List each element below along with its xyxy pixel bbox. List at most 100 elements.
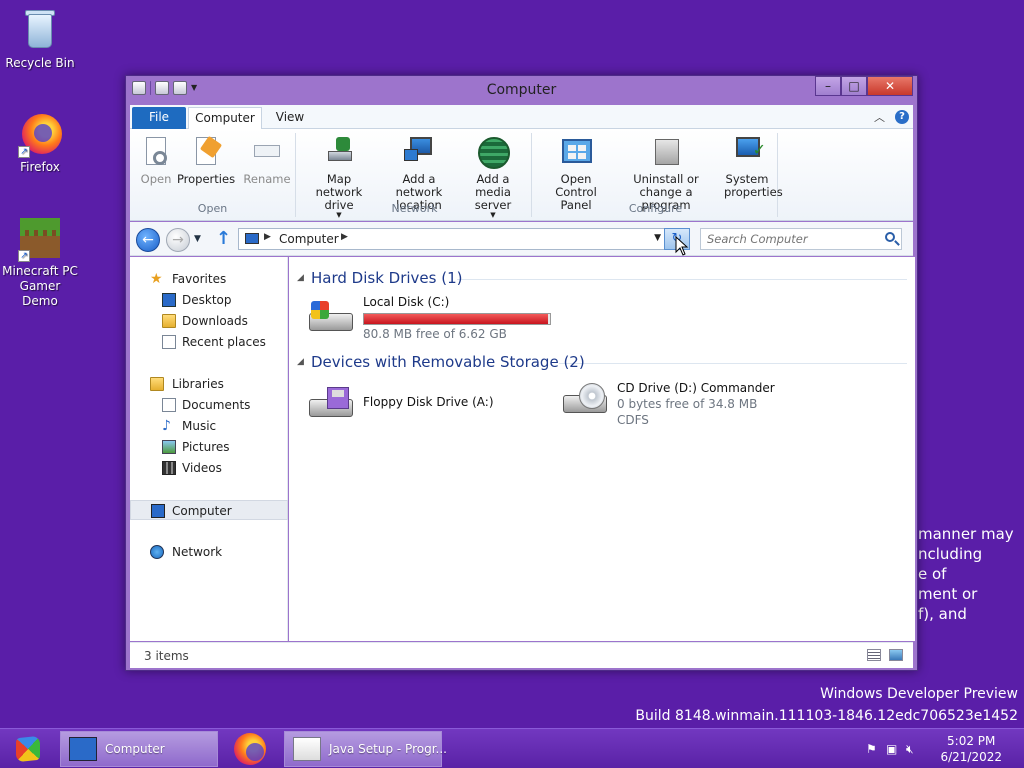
group-header-hard-disks[interactable]: ◢ Hard Disk Drives (1) — [297, 269, 907, 291]
breadcrumb-chevron-icon[interactable]: ▶ — [341, 232, 348, 242]
item-count: 3 items — [144, 649, 189, 663]
ribbon-group-open: Open Properties Rename Open — [130, 133, 296, 217]
drive-d-free-space: 0 bytes free of 34.8 MB — [617, 397, 758, 411]
nav-music-label: Music — [182, 419, 217, 433]
taskbar-label: Java Setup - Progr... — [329, 742, 447, 756]
search-input[interactable] — [701, 229, 871, 249]
details-view-icon[interactable] — [867, 649, 881, 661]
uninstall-program-button[interactable]: Uninstall or change a program — [618, 135, 714, 212]
desktop-icon-label: Minecraft PC Gamer Demo — [2, 264, 78, 308]
desktop-icon-recycle-bin[interactable]: Recycle Bin — [0, 8, 80, 71]
downloads-folder-icon — [162, 314, 176, 328]
group-label-network: Network — [391, 202, 438, 215]
nav-network[interactable]: Network — [130, 542, 288, 562]
drive-c[interactable]: Local Disk (C:) 80.8 MB free of 6.62 GB — [307, 295, 567, 341]
computer-icon — [69, 737, 97, 761]
system-properties-button[interactable]: System properties — [716, 135, 783, 199]
desktop-icon-label: Recycle Bin — [5, 56, 75, 70]
nav-desktop[interactable]: Desktop — [130, 290, 288, 310]
nav-recent-places[interactable]: Recent places — [130, 332, 288, 352]
removable-header-label: Devices with Removable Storage (2) — [311, 353, 585, 371]
nav-music[interactable]: ♪ Music — [130, 416, 288, 436]
cd-drive-icon — [561, 383, 609, 419]
nav-favorites[interactable]: ★ Favorites — [130, 269, 288, 289]
license-line: f), and — [918, 605, 967, 623]
license-line: manner may — [918, 525, 1014, 543]
floppy-drive-icon — [307, 387, 355, 423]
add-network-location-button[interactable]: Add a network location — [378, 135, 460, 212]
open-control-panel-button[interactable]: Open Control Panel — [536, 135, 616, 212]
tab-file[interactable]: File — [132, 107, 186, 129]
recent-locations-chevron-icon[interactable]: ▼ — [194, 234, 201, 244]
drive-a[interactable]: Floppy Disk Drive (A:) — [307, 381, 537, 427]
network-status-icon[interactable]: ▣ — [886, 742, 900, 756]
nav-downloads[interactable]: Downloads — [130, 311, 288, 331]
desktop-icon-firefox[interactable]: ↗ Firefox — [0, 112, 80, 175]
open-icon — [139, 135, 173, 169]
search-box[interactable] — [700, 228, 902, 250]
rename-button[interactable]: Rename — [242, 135, 292, 186]
breadcrumb-chevron-icon[interactable]: ▶ — [264, 232, 271, 242]
back-button[interactable]: ← — [136, 228, 160, 252]
tab-computer[interactable]: Computer — [188, 107, 262, 129]
build-number: Build 8148.winmain.111103-1846.12edc7065… — [635, 708, 1018, 724]
open-button[interactable]: Open — [136, 135, 176, 186]
license-line: ncluding — [918, 545, 983, 563]
taskbar-button-firefox[interactable] — [232, 733, 268, 765]
group-header-removable[interactable]: ◢ Devices with Removable Storage (2) — [297, 353, 907, 375]
drive-d[interactable]: CD Drive (D:) Commander 0 bytes free of … — [561, 377, 801, 427]
nav-documents[interactable]: Documents — [130, 395, 288, 415]
windows-logo-icon — [16, 735, 40, 763]
taskbar: Computer Java Setup - Progr... ⚑ ▣ 🔇︎ 5:… — [0, 728, 1024, 768]
volume-muted-icon[interactable]: 🔇︎ — [906, 742, 920, 756]
start-button[interactable] — [6, 733, 50, 765]
minecraft-icon: ↗ — [18, 216, 62, 262]
minimize-button[interactable]: – — [815, 76, 841, 96]
address-bar[interactable]: ▶ Computer ▶ ▼ ↻ — [238, 228, 690, 250]
minimize-ribbon-icon[interactable]: ︿ — [874, 109, 885, 125]
large-icons-view-icon[interactable] — [889, 649, 903, 661]
search-icon[interactable] — [885, 232, 895, 242]
content-pane: ◢ Hard Disk Drives (1) Local Disk (C:) 8… — [289, 257, 915, 641]
nav-downloads-label: Downloads — [182, 314, 248, 328]
group-label-open: Open — [197, 202, 228, 215]
taskbar-button-java-setup[interactable]: Java Setup - Progr... — [284, 731, 447, 767]
collapse-triangle-icon[interactable]: ◢ — [297, 357, 304, 367]
taskbar-button-computer[interactable]: Computer — [60, 731, 218, 767]
desktop-icon-minecraft[interactable]: ↗ Minecraft PC Gamer Demo — [0, 216, 80, 309]
explorer-window: ▼ Computer – □ ✕ File Computer View ︿ ? … — [125, 75, 918, 671]
group-divider — [457, 279, 907, 280]
action-center-flag-icon[interactable]: ⚑ — [866, 742, 880, 756]
properties-icon — [189, 135, 223, 169]
address-dropdown-icon[interactable]: ▼ — [654, 233, 661, 243]
license-text: manner may ncluding e of ment or f), and — [918, 524, 1014, 624]
nav-computer[interactable]: Computer — [130, 500, 288, 520]
nav-libraries[interactable]: Libraries — [130, 374, 288, 394]
status-bar: 3 items — [130, 642, 913, 668]
title-bar[interactable]: ▼ Computer – □ ✕ — [126, 76, 917, 104]
drive-a-name: Floppy Disk Drive (A:) — [363, 395, 494, 409]
nav-computer-label: Computer — [172, 504, 232, 518]
nav-network-label: Network — [172, 545, 223, 559]
breadcrumb-computer[interactable]: Computer — [279, 232, 339, 246]
tab-view[interactable]: View — [270, 107, 310, 129]
help-icon[interactable]: ? — [895, 110, 909, 124]
properties-button[interactable]: Properties — [176, 135, 236, 186]
rename-icon — [250, 135, 284, 169]
ribbon-group-configure: Open Control Panel Uninstall or change a… — [534, 133, 783, 217]
clock-time: 5:02 PM — [947, 734, 996, 748]
clock[interactable]: 5:02 PM 6/21/2022 — [940, 733, 1002, 765]
computer-icon — [151, 504, 165, 518]
nav-pictures[interactable]: Pictures — [130, 437, 288, 457]
network-location-icon — [402, 135, 436, 169]
nav-videos[interactable]: Videos — [130, 458, 288, 478]
media-server-icon — [476, 135, 510, 169]
drive-d-filesystem: CDFS — [617, 413, 649, 427]
maximize-button[interactable]: □ — [841, 76, 867, 96]
forward-button[interactable]: → — [166, 228, 190, 252]
drive-d-name: CD Drive (D:) Commander — [617, 381, 775, 395]
close-button[interactable]: ✕ — [867, 76, 913, 96]
up-arrow-icon[interactable]: ↑ — [216, 229, 231, 249]
nav-videos-label: Videos — [182, 461, 222, 475]
collapse-triangle-icon[interactable]: ◢ — [297, 273, 304, 283]
